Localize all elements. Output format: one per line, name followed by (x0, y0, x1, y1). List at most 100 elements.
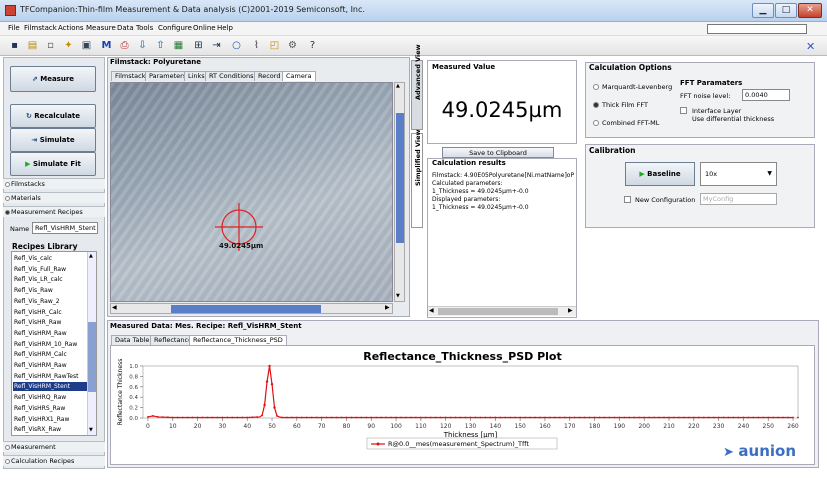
scroll-down-icon[interactable]: ▼ (89, 427, 93, 433)
menu-file[interactable]: File (8, 24, 20, 32)
recipe-item[interactable]: Refl_Vis_LR_calc (13, 275, 89, 284)
recipe-item[interactable]: Refl_VisHRM_Stent (13, 382, 89, 392)
recipe-item[interactable]: Refl_VisHR_Raw (13, 318, 89, 327)
recipes-scrollbar[interactable]: ▲ ▼ (87, 252, 96, 435)
baseline-button[interactable]: ▶ Baseline (625, 162, 695, 186)
tab-data-table[interactable]: Data Table (111, 335, 154, 345)
camera-vscroll-thumb[interactable] (396, 113, 404, 243)
open-folder-icon[interactable]: ▤ (26, 39, 39, 52)
menu-help[interactable]: Help (217, 24, 233, 32)
new-configuration-checkbox[interactable] (624, 196, 631, 203)
simulate-icon[interactable]: ⇥ (210, 39, 223, 52)
arrow-up-icon[interactable]: ⇧ (154, 39, 167, 52)
recipe-item[interactable]: Refl_VisHRX1_Raw (13, 415, 89, 424)
recipe-item[interactable]: Refl_Vis_Raw (13, 286, 89, 295)
menu-online[interactable]: Online (193, 24, 216, 32)
spectrum-icon[interactable]: ⌇ (250, 39, 263, 52)
scroll-left-icon[interactable]: ◀ (112, 304, 117, 311)
recipe-item[interactable]: Refl_VisHRM_RawTest (13, 372, 89, 381)
interface-layer-checkbox[interactable] (680, 107, 687, 114)
data-point (459, 416, 462, 419)
save-to-clipboard-button[interactable]: Save to Clipboard (442, 147, 554, 158)
calibration-panel (585, 144, 815, 228)
magic-wand-icon[interactable]: ✦ (62, 39, 75, 52)
results-scroll-thumb[interactable] (438, 308, 558, 315)
scroll-right-icon[interactable]: ▶ (568, 307, 573, 314)
menu-data[interactable]: Data (117, 24, 134, 32)
recipe-item[interactable]: Refl_VisHRM_10_Raw (13, 340, 89, 349)
recipe-name-field[interactable]: Refl_VisHRM_Stent (32, 222, 98, 234)
save-icon[interactable]: ▪ (8, 39, 21, 52)
recipe-item[interactable]: Refl_VisHRM_Raw (13, 329, 89, 338)
magnification-select[interactable]: 10x ▼ (700, 162, 777, 186)
recipes-scroll-thumb[interactable] (88, 322, 96, 392)
tab-filmstack[interactable]: Filmstack (111, 71, 150, 81)
tab-simplified-view[interactable]: Simplified View (411, 129, 423, 228)
x-tick-label: 0 (146, 423, 150, 430)
radio-marquardt[interactable]: Marquardt-Levenberg (593, 83, 672, 91)
scroll-left-icon[interactable]: ◀ (429, 307, 434, 314)
recipe-item[interactable]: Refl_VisHRM_Raw (13, 361, 89, 370)
menu-actions[interactable]: Actions (58, 24, 84, 32)
recipe-item[interactable]: Refl_Vis_Raw_2 (13, 297, 89, 306)
recalculate-button[interactable]: ↻ Recalculate (10, 104, 96, 128)
fft-noise-field[interactable]: 0.0040 (742, 89, 790, 101)
name-label: Name (10, 225, 30, 233)
circle-icon[interactable]: ○ (230, 39, 243, 52)
nav-filmstacks[interactable]: Filmstacks (3, 178, 105, 189)
results-horizontal-scrollbar[interactable]: ◀ ▶ (428, 306, 576, 316)
minimize-button[interactable]: ▁ (752, 3, 774, 18)
simulate-button[interactable]: ⇥ Simulate (10, 128, 96, 152)
tab-advanced-view[interactable]: Advanced View (411, 44, 423, 130)
menu-measure[interactable]: Measure (86, 24, 116, 32)
m-icon[interactable]: M (100, 39, 113, 52)
arrow-down-icon[interactable]: ⇩ (136, 39, 149, 52)
tab-camera[interactable]: Camera (282, 71, 316, 81)
chart-icon[interactable]: ◰ (268, 39, 281, 52)
new-document-icon[interactable]: ▫ (44, 39, 57, 52)
settings-icon[interactable]: ⚙ (286, 39, 299, 52)
menu-tools[interactable]: Tools (136, 24, 153, 32)
menu-filmstack[interactable]: Filmstack (24, 24, 57, 32)
radio-thick-film-fft[interactable]: Thick Film FFT (593, 101, 648, 109)
grid-icon[interactable]: ▦ (172, 39, 185, 52)
nav-measurement-recipes[interactable]: Measurement Recipes (3, 206, 105, 217)
maximize-button[interactable]: □ (775, 3, 797, 18)
tab-rt-conditions[interactable]: RT Conditions (205, 71, 258, 81)
nav-materials[interactable]: Materials (3, 192, 105, 203)
simulate-fit-button[interactable]: ▶ Simulate Fit (10, 152, 96, 176)
monitor-icon[interactable]: ▣ (80, 39, 93, 52)
camera-vertical-scrollbar[interactable]: ▲ ▼ (394, 82, 405, 302)
camera-hscroll-thumb[interactable] (171, 305, 321, 313)
psd-chart[interactable]: 0 10 20 30 40 50 60 70 80 90 100 110 120 130 140 150 160… (110, 345, 815, 465)
measure-button[interactable]: ⇗ Measure (10, 66, 96, 92)
scroll-right-icon[interactable]: ▶ (385, 304, 390, 311)
calculator-icon[interactable]: ⊞ (192, 39, 205, 52)
nav-calculation-recipes[interactable]: Calculation Recipes (3, 455, 105, 466)
configuration-name-field[interactable]: MyConfig (700, 193, 777, 205)
help-icon[interactable]: ? (306, 39, 319, 52)
recipes-list[interactable]: Refl_Vis_calc Refl_Vis_Full_Raw Refl_Vis_L… (11, 251, 97, 436)
recipe-item[interactable]: Refl_VisHR_Calc (13, 308, 89, 317)
tab-reflectance-thickness-psd[interactable]: Reflectance_Thickness_PSD (189, 335, 287, 345)
scroll-down-icon[interactable]: ▼ (396, 293, 400, 299)
scroll-up-icon[interactable]: ▲ (396, 83, 400, 89)
camera-view[interactable]: 49.0245µm (110, 82, 393, 302)
menu-configure[interactable]: Configure (158, 24, 192, 32)
data-point (529, 416, 531, 419)
recipe-item[interactable]: Refl_VisHRS_Raw (13, 404, 89, 413)
camera-horizontal-scrollbar[interactable]: ◀ ▶ (110, 303, 393, 314)
nav-measurement[interactable]: Measurement (3, 441, 105, 452)
recipe-item[interactable]: Refl_VisRX_Raw (13, 425, 89, 434)
recipe-item[interactable]: Refl_Vis_calc (13, 254, 89, 263)
recipe-item[interactable]: Refl_VisHRM_Calc (13, 350, 89, 359)
tab-record[interactable]: Record (254, 71, 285, 81)
print-icon[interactable]: ⎙ (118, 39, 131, 52)
data-point (717, 416, 720, 419)
scroll-up-icon[interactable]: ▲ (89, 253, 93, 259)
close-window-button[interactable]: ✕ (798, 3, 822, 18)
recipe-item[interactable]: Refl_VisHRQ_Raw (13, 393, 89, 402)
radio-combined-fft-ml[interactable]: Combined FFT-ML (593, 119, 659, 127)
close-document-icon[interactable]: ✕ (806, 40, 815, 53)
recipe-item[interactable]: Refl_Vis_Full_Raw (13, 265, 89, 274)
